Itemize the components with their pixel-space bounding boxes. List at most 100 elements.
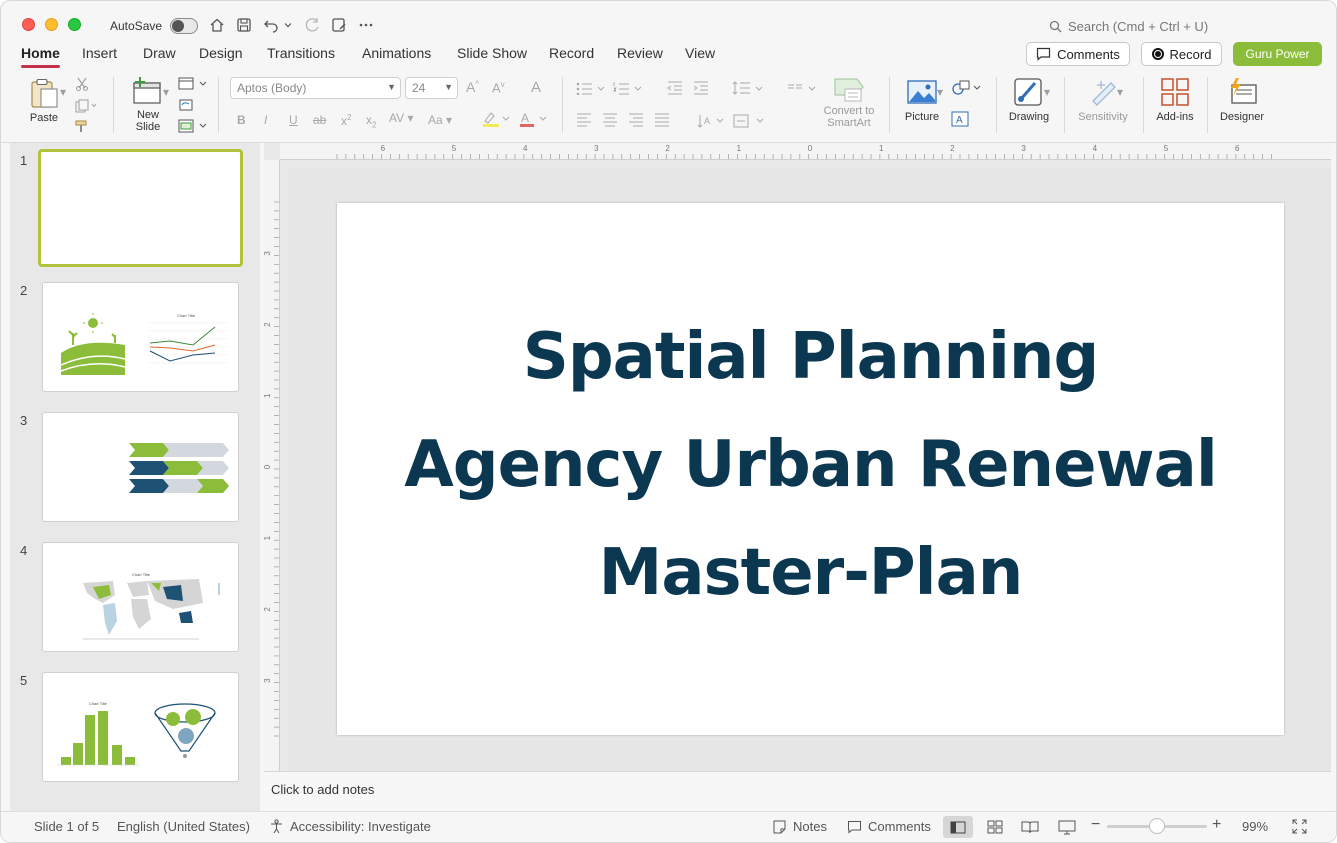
numbering-icon[interactable] (613, 81, 645, 98)
highlight-icon[interactable] (481, 111, 511, 130)
format-painter-icon[interactable] (75, 119, 89, 136)
sensitivity-dropdown-icon[interactable]: ▾ (1117, 85, 1123, 99)
minimize-window-button[interactable] (45, 18, 58, 31)
underline-icon[interactable]: U (289, 113, 298, 127)
search-field[interactable]: Search (Cmd + Ctrl + U) (1049, 19, 1208, 34)
bullets-icon[interactable] (576, 81, 608, 98)
powerpoint-window: AutoSave Search (Cmd + Ctrl + U) Home In… (0, 0, 1337, 843)
section-icon[interactable] (178, 119, 208, 136)
save-as-icon[interactable] (329, 15, 349, 35)
designer-button[interactable]: Designer (1216, 77, 1268, 123)
slide-title-line: Spatial Planning (522, 320, 1100, 394)
slide-thumbnail-1[interactable] (38, 149, 243, 267)
tab-home[interactable]: Home (21, 45, 60, 68)
text-direction-icon[interactable]: A (697, 113, 727, 132)
notes-button[interactable]: Notes (772, 819, 827, 834)
tab-insert[interactable]: Insert (82, 45, 117, 61)
reset-slide-icon[interactable] (178, 98, 194, 115)
zoom-level[interactable]: 99% (1242, 819, 1268, 834)
comments-status-button[interactable]: Comments (847, 819, 931, 834)
justify-icon[interactable] (654, 113, 670, 130)
tab-transitions[interactable]: Transitions (267, 45, 335, 61)
record-button[interactable]: Record (1141, 42, 1222, 66)
more-icon[interactable] (356, 15, 376, 35)
tab-slide-show[interactable]: Slide Show (457, 45, 527, 61)
svg-text:A: A (956, 115, 963, 126)
slide-thumbnail-4[interactable]: Chart Title (42, 542, 239, 652)
slide-thumbnail-3[interactable] (42, 412, 239, 522)
convert-smartart-button[interactable]: Convert to SmartArt (821, 77, 877, 129)
align-left-icon[interactable] (576, 113, 592, 130)
copy-icon[interactable] (75, 99, 97, 116)
reading-view-button[interactable] (1015, 816, 1045, 838)
picture-button[interactable]: Picture (899, 77, 945, 123)
tab-draw[interactable]: Draw (143, 45, 176, 61)
line-spacing-icon[interactable] (732, 81, 766, 98)
superscript-icon[interactable]: x2 (341, 113, 351, 128)
slide-show-button[interactable] (1052, 816, 1082, 838)
bold-icon[interactable]: B (237, 113, 246, 127)
zoom-slider-thumb[interactable] (1149, 818, 1165, 834)
tab-review[interactable]: Review (617, 45, 663, 61)
picture-icon (907, 80, 937, 104)
tab-view[interactable]: View (685, 45, 715, 61)
undo-dropdown-icon[interactable] (281, 15, 295, 35)
increase-indent-icon[interactable] (693, 81, 709, 98)
fit-to-window-button[interactable] (1292, 819, 1307, 834)
accessibility-button[interactable]: Accessibility: Investigate (269, 819, 431, 834)
current-slide[interactable]: Spatial Planning Agency Urban Renewal Ma… (337, 203, 1284, 735)
save-icon[interactable] (234, 15, 254, 35)
tab-animations[interactable]: Animations (362, 45, 431, 61)
autosave-toggle[interactable] (170, 18, 198, 34)
decrease-font-icon[interactable]: Av (492, 80, 505, 95)
slide-thumbnail-2[interactable]: Chart Title (42, 282, 239, 392)
language-indicator[interactable]: English (United States) (117, 819, 250, 834)
strikethrough-icon[interactable]: ab (313, 113, 326, 127)
textbox-icon[interactable]: A (951, 111, 969, 130)
tab-design[interactable]: Design (199, 45, 243, 61)
slide-thumbnail-pane[interactable]: 1 2 Chart Title 3 4 Chart Title 5 Chart … (10, 143, 260, 811)
slide-title[interactable]: Spatial Planning Agency Urban Renewal Ma… (337, 303, 1284, 627)
paste-dropdown-icon[interactable]: ▾ (60, 85, 66, 99)
slide-thumbnail-5[interactable]: Chart Title (42, 672, 239, 782)
comments-button[interactable]: Comments (1026, 42, 1130, 66)
layout-icon[interactable] (178, 77, 208, 94)
align-right-icon[interactable] (628, 113, 644, 130)
add-ins-button[interactable]: Add-ins (1152, 77, 1198, 123)
close-window-button[interactable] (22, 18, 35, 31)
sensitivity-button[interactable]: Sensitivity (1073, 77, 1133, 123)
align-center-icon[interactable] (602, 113, 618, 130)
font-color-icon[interactable]: A (518, 111, 548, 130)
picture-dropdown-icon[interactable]: ▾ (937, 85, 943, 99)
normal-view-button[interactable] (943, 816, 973, 838)
tab-record[interactable]: Record (549, 45, 594, 61)
add-ins-label: Add-ins (1156, 111, 1194, 123)
change-case-icon[interactable]: Aa ▾ (428, 113, 452, 127)
increase-font-icon[interactable]: A^ (466, 79, 479, 95)
notes-pane[interactable]: Click to add notes (264, 771, 1331, 811)
maximize-window-button[interactable] (68, 18, 81, 31)
columns-icon[interactable] (787, 81, 819, 98)
new-slide-dropdown-icon[interactable]: ▾ (163, 85, 169, 99)
chevron-down-icon: ▼ (444, 82, 453, 92)
drawing-dropdown-icon[interactable]: ▾ (1044, 85, 1050, 99)
drawing-button[interactable]: Drawing (1006, 77, 1052, 123)
italic-icon[interactable]: I (264, 113, 267, 127)
subscript-icon[interactable]: x2 (366, 113, 376, 129)
zoom-in-button[interactable]: + (1212, 816, 1221, 834)
redo-icon[interactable] (302, 15, 322, 35)
undo-icon[interactable] (261, 15, 281, 35)
align-text-icon[interactable] (733, 113, 767, 132)
home-icon[interactable] (207, 15, 227, 35)
character-spacing-icon[interactable]: AV ▾ (389, 111, 413, 125)
shapes-icon[interactable] (951, 79, 983, 100)
guru-power-button[interactable]: Guru Power (1233, 42, 1322, 66)
decrease-indent-icon[interactable] (667, 81, 683, 98)
font-size-select[interactable]: 24 ▼ (405, 77, 458, 99)
paste-button[interactable]: Paste (25, 77, 63, 124)
slide-sorter-button[interactable] (980, 816, 1010, 838)
cut-icon[interactable] (75, 77, 89, 94)
clear-formatting-icon[interactable]: A (531, 79, 541, 96)
font-name-select[interactable]: Aptos (Body) ▼ (230, 77, 401, 99)
zoom-out-button[interactable]: − (1091, 816, 1100, 834)
